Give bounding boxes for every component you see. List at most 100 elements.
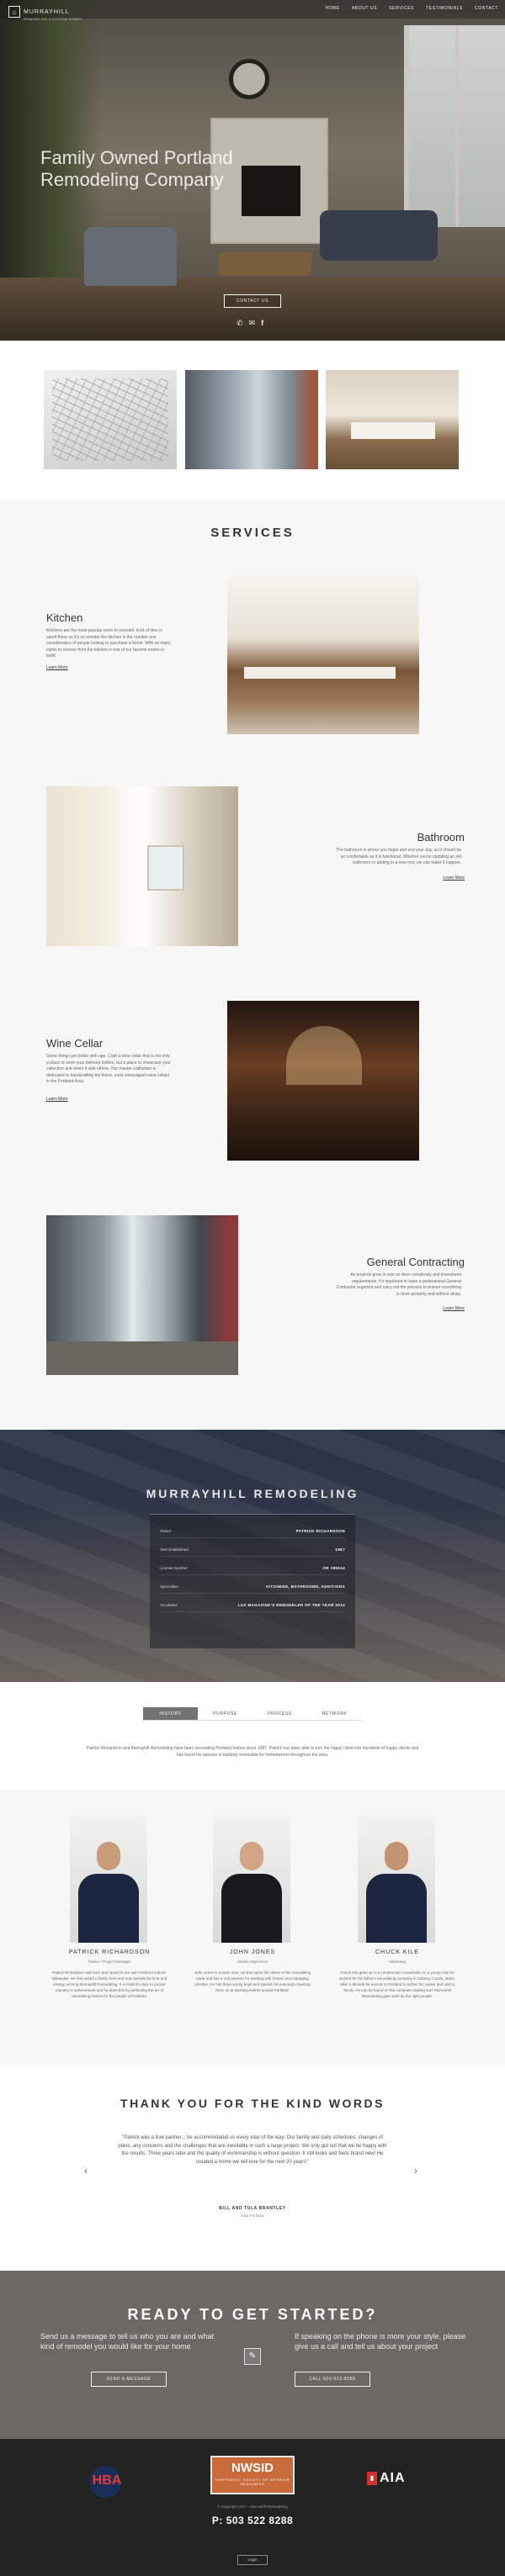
call-button[interactable]: CALL 503-522-8288 [295,2372,370,2387]
cta-message-text: Send us a message to tell us who you are… [40,2332,215,2351]
tab-purpose[interactable]: PURPOSE [198,1707,252,1720]
chevron-right-icon[interactable]: › [414,2165,417,2177]
fact-value: LUX MAGAZINE'S REMODELER OF THE YEAR 201… [237,1603,345,1607]
fact-label: Year Established [160,1547,189,1552]
fact-row: License Number OR #85044 [160,1562,345,1575]
team-member-bio: Patrick Richardson was born and raised i… [51,1970,167,1998]
gallery-section [0,341,505,500]
service-heading-wine-cellar: Wine Cellar [46,1037,104,1050]
facebook-icon[interactable]: f [261,320,263,327]
team-member-photo [70,1815,147,1943]
gallery-image-blueprint[interactable] [44,370,177,469]
aia-logo-text: AIA [380,2471,406,2485]
nwsid-subtitle: NORTHWEST SOCIETY OF INTERIOR DESIGNERS [215,2478,290,2486]
team-section: PATRICK RICHARDSON Owner / Project Manag… [0,1790,505,2067]
fact-label: Accolades [160,1603,178,1607]
service-desc-bathroom: The bathroom is where you begin and end … [336,848,461,865]
nwsid-logo[interactable]: NWSID NORTHWEST SOCIETY OF INTERIOR DESI… [210,2456,295,2494]
company-facts-table: Owner PATRICK RICHARDSON Year Establishe… [150,1514,355,1648]
nav-services[interactable]: SERVICES [389,6,414,11]
learn-more-kitchen[interactable]: Learn More [46,665,68,670]
service-desc-kitchen: Kitchens are the most popular room to re… [46,628,171,659]
cta-title: READY TO GET STARTED? [127,2306,378,2323]
nwsid-title: NWSID [231,2461,274,2475]
service-heading-kitchen: Kitchen [46,611,83,624]
site-footer: HBA NWSID NORTHWEST SOCIETY OF INTERIOR … [0,2439,505,2576]
site-logo[interactable]: ⌂ MURRAYHILL REMODELING & CUSTOM HOMES [8,3,82,21]
company-tabs-section: HISTORY PURPOSE PROCESS NETWORK Patrick … [0,1682,505,1790]
logo-name: MURRAYHILL [24,9,70,15]
service-desc-general-contracting: As projects grow in size so does complex… [336,1272,461,1297]
send-message-button[interactable]: SEND A MESSAGE [91,2372,167,2387]
testimonials-section: THANK YOU FOR THE KIND WORDS ‹ "Patrick … [0,2067,505,2271]
aia-logo-mark: ▮ [367,2472,377,2485]
fact-value: OR #85044 [322,1566,345,1570]
service-photo-wine-cellar [227,1001,419,1161]
nav-contact[interactable]: CONTACT [475,6,498,11]
team-member-name: PATRICK RICHARDSON [68,1949,151,1955]
services-section: SERVICES Kitchen Kitchens are the most p… [0,500,505,1430]
cta-section: READY TO GET STARTED? Send us a message … [0,2271,505,2439]
team-member-photo [358,1815,435,1943]
fact-row: Specialties KITCHENS, BATHROOMS, ADDITIO… [160,1580,345,1594]
testimonial-location: East Portland [241,2214,264,2218]
nav-testimonials[interactable]: TESTIMONIALS [426,6,463,11]
email-icon[interactable]: ✉ [249,320,256,327]
about-section: MURRAYHILL REMODELING Owner PATRICK RICH… [0,1430,505,1682]
fact-label: Owner [160,1529,172,1533]
aia-logo[interactable]: ▮ AIA [367,2471,406,2486]
team-member-role: Marketing [389,1960,406,1964]
hero-section: ⌂ MURRAYHILL REMODELING & CUSTOM HOMES H… [0,0,505,341]
service-heading-bathroom: Bathroom [417,831,465,844]
testimonial-quote: "Patrick was a true partner... he accomm… [118,2135,387,2165]
team-member-bio: Chuck Kile grew up in a construction hou… [338,1970,456,1998]
cta-phone-text: If speaking on the phone is more your st… [295,2332,466,2351]
learn-more-bathroom[interactable]: Learn More [443,875,465,881]
logo-tagline: REMODELING & CUSTOM HOMES [24,18,82,21]
learn-more-wine-cellar[interactable]: Learn More [46,1097,68,1102]
login-button[interactable]: Login [237,2555,268,2565]
footer-phone[interactable]: P: 503 522 8288 [0,2515,505,2526]
fact-row: Year Established 1987 [160,1543,345,1557]
top-navigation: ⌂ MURRAYHILL REMODELING & CUSTOM HOMES H… [0,0,505,21]
fact-row: Owner PATRICK RICHARDSON [160,1525,345,1538]
nav-about[interactable]: ABOUT US [352,6,377,11]
gallery-image-shower[interactable] [185,370,318,469]
about-title: MURRAYHILL REMODELING [146,1487,359,1500]
tab-network[interactable]: NETWORK [307,1707,362,1720]
service-photo-bathroom [46,786,238,946]
phone-icon[interactable]: ✆ [237,320,243,327]
tab-history[interactable]: HISTORY [143,1707,198,1720]
team-member-name: CHUCK KILE [375,1949,419,1955]
main-nav: HOME ABOUT US SERVICES TESTIMONIALS CONT… [325,6,498,11]
logo-house-icon: ⌂ [8,6,20,18]
fact-label: Specialties [160,1584,178,1589]
testimonial-author: BILL AND TULA BRANTLEY [219,2206,286,2211]
team-member-role: Jobsite Supervisor [237,1960,268,1964]
hero-title: Family Owned Portland Remodeling Company [40,147,233,190]
team-member-photo [213,1815,290,1943]
gallery-image-kitchen[interactable] [326,370,459,469]
fact-row: Accolades LUX MAGAZINE'S REMODELER OF TH… [160,1599,345,1612]
team-member-name: JOHN JONES [229,1949,276,1955]
nav-home[interactable]: HOME [325,6,339,11]
service-heading-general-contracting: General Contracting [366,1256,465,1268]
fact-value: PATRICK RICHARDSON [295,1529,345,1533]
team-member-role: Owner / Project Manager [88,1960,131,1964]
tab-process[interactable]: PROCESS [252,1707,307,1720]
service-photo-kitchen [227,574,419,734]
services-title: SERVICES [210,526,295,540]
tab-bar: HISTORY PURPOSE PROCESS NETWORK [143,1707,362,1721]
fact-label: License Number [160,1566,188,1570]
contact-us-button[interactable]: CONTACT US [224,294,281,308]
chevron-left-icon[interactable]: ‹ [84,2165,88,2177]
service-photo-general-contracting [46,1215,238,1375]
copyright-text: © Copyright 2017 · Murrayhill Remodeling [217,2505,288,2509]
hero-social-icons: ✆ ✉ f [237,320,263,327]
contact-icon: ✎ [244,2348,261,2365]
service-desc-wine-cellar: Some things get better with age. Craft a… [46,1054,171,1084]
learn-more-general-contracting[interactable]: Learn More [443,1306,465,1311]
tab-content-text: Patrick Richardson and Murrayhill Remode… [86,1746,419,1758]
hba-logo[interactable]: HBA [84,2464,133,2498]
fact-value: 1987 [335,1547,345,1552]
